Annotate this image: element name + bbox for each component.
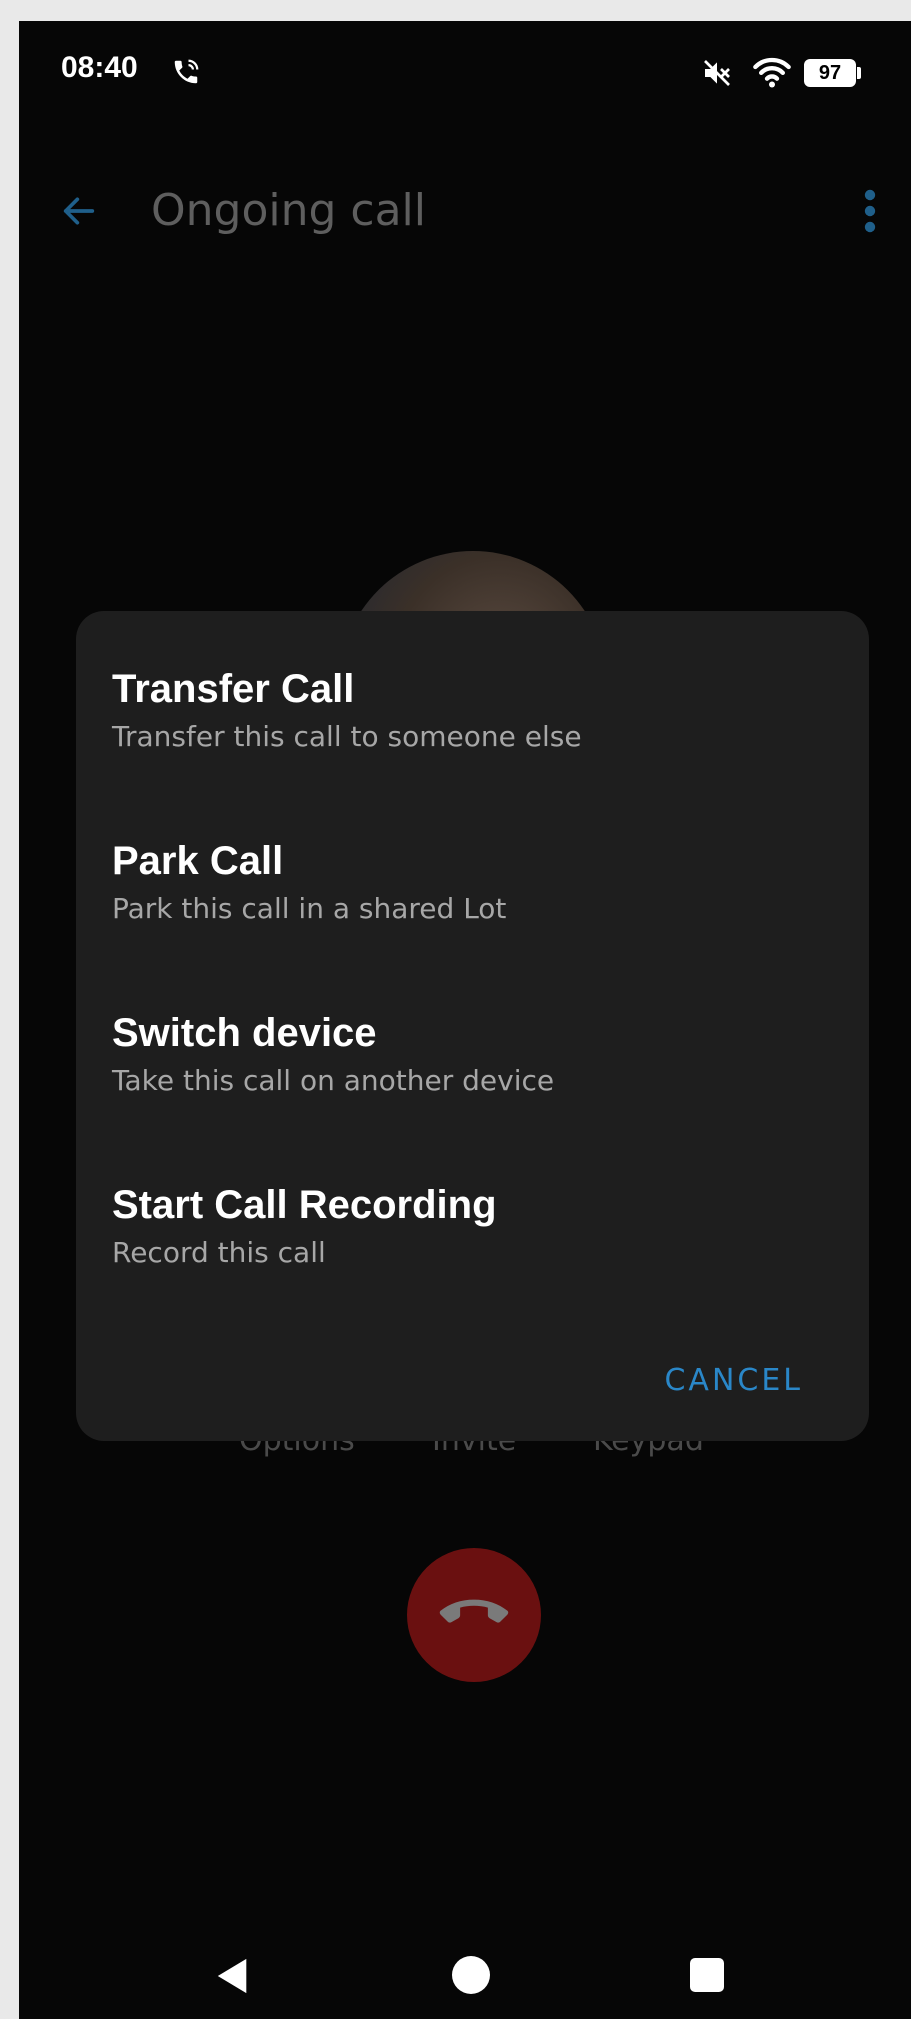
battery-tip <box>857 67 861 79</box>
call-end-icon <box>439 1599 509 1623</box>
option-title: Park Call <box>112 839 284 883</box>
option-subtitle: Transfer this call to someone else <box>112 720 582 753</box>
nav-back-icon[interactable] <box>215 1957 251 1999</box>
transfer-call-option[interactable]: Transfer Call Transfer this call to some… <box>112 665 832 815</box>
option-title: Transfer Call <box>112 667 355 711</box>
park-call-option[interactable]: Park Call Park this call in a shared Lot <box>112 837 832 987</box>
status-bar: 08:40 97 <box>19 21 911 131</box>
app-bar: Ongoing call <box>19 161 911 261</box>
end-call-button[interactable] <box>407 1548 541 1682</box>
battery-icon: 97 <box>804 59 861 87</box>
option-title: Switch device <box>112 1011 377 1055</box>
status-time: 08:40 <box>61 51 138 84</box>
system-nav-bar <box>19 1951 911 2019</box>
more-vert-icon[interactable] <box>864 189 876 233</box>
phone-screen: 08:40 97 Ongoing call Options Invite Key… <box>19 21 911 2019</box>
nav-recents-icon[interactable] <box>690 1958 724 1992</box>
mute-icon <box>701 57 733 89</box>
arrow-left-icon[interactable] <box>57 191 101 231</box>
wifi-icon <box>752 55 792 89</box>
option-subtitle: Take this call on another device <box>112 1064 555 1097</box>
option-title: Start Call Recording <box>112 1183 497 1227</box>
option-subtitle: Record this call <box>112 1236 326 1269</box>
page-title: Ongoing call <box>151 185 426 236</box>
cancel-button[interactable]: CANCEL <box>664 1363 803 1398</box>
start-call-recording-option[interactable]: Start Call Recording Record this call <box>112 1181 832 1331</box>
call-options-dialog: Transfer Call Transfer this call to some… <box>76 611 869 1441</box>
option-subtitle: Park this call in a shared Lot <box>112 892 507 925</box>
phone-call-icon <box>171 57 201 87</box>
battery-level: 97 <box>804 59 856 87</box>
switch-device-option[interactable]: Switch device Take this call on another … <box>112 1009 832 1159</box>
nav-home-icon[interactable] <box>452 1956 490 1994</box>
